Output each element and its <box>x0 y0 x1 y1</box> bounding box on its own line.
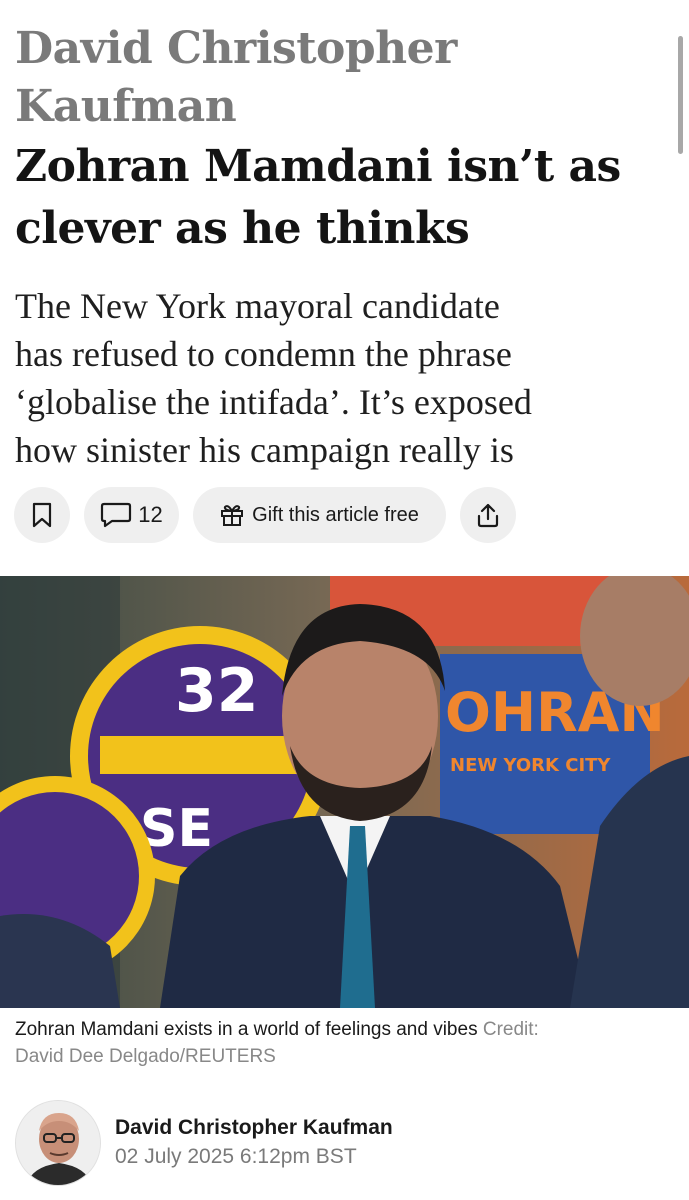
standfirst-line: how sinister his campaign really is <box>15 430 514 470</box>
avatar[interactable] <box>15 1100 101 1186</box>
byline-date: 02 July 2025 6:12pm BST <box>115 1145 357 1168</box>
bookmark-icon <box>31 502 53 528</box>
image-caption: Zohran Mamdani exists in a world of feel… <box>15 1016 675 1070</box>
byline-author-name[interactable]: David Christopher Kaufman <box>115 1114 393 1142</box>
comment-icon <box>100 502 132 528</box>
standfirst-line: The New York mayoral candidate <box>15 286 500 326</box>
headline-line: Zohran Mamdani isn’t as <box>15 141 621 192</box>
share-button[interactable] <box>460 487 516 543</box>
article-header: David Christopher Kaufman Zohran Mamdani… <box>15 20 665 260</box>
author-kicker[interactable]: David Christopher Kaufman <box>15 20 665 136</box>
byline-text: David Christopher Kaufman 02 July 2025 6… <box>115 1114 393 1172</box>
share-icon <box>476 502 500 528</box>
bookmark-button[interactable] <box>14 487 70 543</box>
gift-article-button[interactable]: Gift this article free <box>193 487 446 543</box>
caption-text: Zohran Mamdani exists in a world of feel… <box>15 1019 478 1040</box>
lead-image[interactable]: 32 SE OHRAN NEW YORK CITY <box>0 576 689 1008</box>
gift-label: Gift this article free <box>252 503 419 526</box>
headline-line: clever as he thinks <box>15 203 470 254</box>
caption-credit-label: Credit: <box>482 1019 539 1040</box>
standfirst-line: ‘globalise the intifada’. It’s exposed <box>15 382 532 422</box>
comments-button[interactable]: 12 <box>84 487 179 543</box>
author-kicker-line: Kaufman <box>15 81 237 132</box>
standfirst: The New York mayoral candidate has refus… <box>15 282 670 474</box>
standfirst-line: has refused to condemn the phrase <box>15 334 512 374</box>
headline: Zohran Mamdani isn’t as clever as he thi… <box>15 136 665 260</box>
article-actions: 12 Gift this article free <box>14 487 516 543</box>
campaign-sign-subtext: NEW YORK CITY <box>450 755 611 776</box>
scrollbar[interactable] <box>678 36 683 154</box>
gift-icon <box>220 503 244 527</box>
comment-count: 12 <box>138 502 163 527</box>
sign-number: 32 <box>175 656 259 726</box>
byline: David Christopher Kaufman 02 July 2025 6… <box>15 1100 393 1186</box>
author-kicker-line: David Christopher <box>15 23 457 74</box>
caption-credit: David Dee Delgado/REUTERS <box>15 1046 276 1067</box>
